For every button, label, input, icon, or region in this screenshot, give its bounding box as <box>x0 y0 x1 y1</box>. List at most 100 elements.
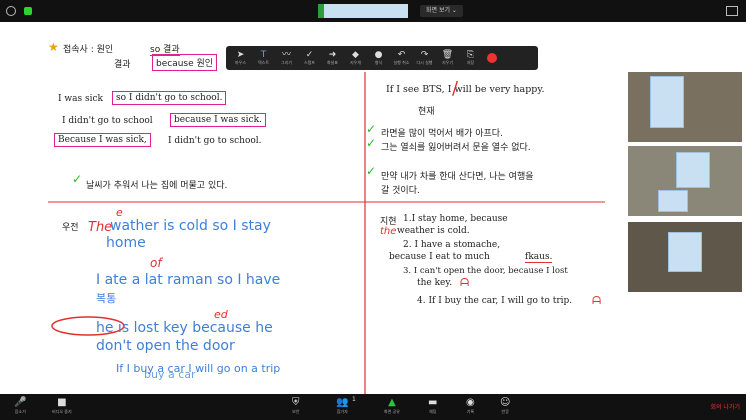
video-tile-1[interactable] <box>628 72 742 142</box>
star-icon: ★ <box>48 40 59 54</box>
annotation-the-top: The <box>88 220 113 235</box>
korean-sentence-3b: 갈 것이다. <box>381 186 420 196</box>
video-button[interactable]: ■ 비디오 중지 <box>52 397 72 415</box>
because-cause-label: because 원인 <box>152 54 218 71</box>
blue-overlay: buy a car <box>144 368 196 381</box>
blue-line-3: I ate a lat raman so I have <box>96 272 281 288</box>
share-screen-icon: ▲ <box>388 397 396 408</box>
stamp-icon: ✓ <box>305 50 314 60</box>
tool-stamp[interactable]: ✓ 스탬프 <box>299 47 320 69</box>
conjunction-cause-label: 접속사 : 원인 <box>63 45 114 55</box>
share-screen-button[interactable]: ▲ 화면 공유 <box>384 397 400 415</box>
sentence-1b: so I didn't go to school. <box>112 91 227 105</box>
shared-screen-whiteboard: ★ 접속사 : 원인 결과 so 결과 because 원인 ➤ 마우스 T 텍스트… <box>0 22 746 394</box>
sentence-3b: I didn't go to school. <box>168 136 262 146</box>
check-icon-2: ✓ <box>366 136 377 150</box>
tool-format[interactable]: ● 형식 <box>368 47 389 69</box>
encryption-shield-icon[interactable] <box>24 7 32 15</box>
participants-icon: 👥 <box>336 397 349 408</box>
leave-meeting-button[interactable]: 회의 나가기 <box>710 402 740 411</box>
save-icon: ⎘ <box>466 50 475 60</box>
chat-icon: ▬ <box>428 397 438 408</box>
video-tile-2[interactable] <box>628 146 742 216</box>
sentence-3a: Because I was sick, <box>54 133 151 147</box>
sentence-2b: because I was sick. <box>170 113 266 127</box>
participants-button[interactable]: 👥 참가자 <box>336 397 348 415</box>
tool-save[interactable]: ⎘ 저장 <box>460 47 481 69</box>
tool-mouse[interactable]: ➤ 마우스 <box>230 47 251 69</box>
view-options-button[interactable]: 화면 보기 ⌄ <box>420 5 463 17</box>
annotation-the-right: the <box>380 226 397 237</box>
answer-2: 2. I have a stomache, <box>403 240 501 250</box>
blue-line-4: 복통 <box>96 292 117 305</box>
answer-4: 4. If I buy the car, I will go to trip. <box>417 296 573 306</box>
eraser-icon: ◆ <box>352 50 359 60</box>
check-icon-3: ✓ <box>366 164 377 178</box>
check-mark-3: ᗩ <box>460 276 470 289</box>
mute-icon: 🎤 <box>14 397 27 408</box>
korean-sentence-3a: 만약 내가 차를 한대 산다면, 나는 여행을 <box>381 172 534 182</box>
draw-icon: 〰 <box>281 50 291 60</box>
sentence-1a: I was sick <box>58 94 103 104</box>
korean-sentence-2: 그는 열쇠를 잃어버려서 문을 열수 없다. <box>381 143 531 153</box>
participant-videos <box>628 72 742 294</box>
security-button[interactable]: ⛨ 보안 <box>292 397 300 415</box>
meeting-info-icon[interactable] <box>6 6 16 16</box>
answer-2c: fkaus. <box>525 252 553 263</box>
korean-sentence-1: 라면을 많이 먹어서 배가 아프다. <box>381 129 503 139</box>
answer-1b: weather is cold. <box>397 226 470 236</box>
blue-line-6: don't open the door <box>96 338 235 354</box>
answer-3b: the key. <box>417 278 453 288</box>
annotation-of: of <box>150 256 162 270</box>
blue-line-5: he is lost key because he <box>96 320 273 336</box>
answer-3: 3. I can't open the door, because I lost <box>403 266 568 276</box>
answer-1: 1.I stay home, because <box>403 214 508 224</box>
tool-draw[interactable]: 〰 그리기 <box>276 47 297 69</box>
redacted-face-3 <box>668 232 702 272</box>
reactions-button[interactable]: ☺ 반응 <box>500 397 510 415</box>
undo-icon: ↶ <box>397 50 406 60</box>
meeting-controls-bar: 🎤 음소거 ■ 비디오 중지 ⛨ 보안 👥 참가자 1 ▲ 화면 공유 ▬ 채팅 ◉ 기록 ☺… <box>0 394 746 420</box>
gallery-view-icon[interactable] <box>726 6 738 16</box>
tool-clear[interactable]: 🗑 지우기 <box>437 47 458 69</box>
check-mark-4: ᗩ <box>592 294 602 307</box>
format-icon: ● <box>374 50 383 60</box>
reactions-icon: ☺ <box>500 397 511 408</box>
redo-icon: ↷ <box>420 50 429 60</box>
security-icon: ⛨ <box>292 397 300 408</box>
check-icon: ✓ <box>72 172 83 186</box>
participants-count: 1 <box>352 396 356 403</box>
chat-button[interactable]: ▬ 채팅 <box>428 397 437 415</box>
annotation-bts-slash: / <box>452 78 459 99</box>
redacted-face-2 <box>676 152 710 188</box>
mute-button[interactable]: 🎤 음소거 <box>14 397 26 415</box>
tool-redo[interactable]: ↷ 다시 실행 <box>414 47 435 69</box>
sentence-2a: I didn't go to school <box>62 116 153 126</box>
video-icon: ■ <box>57 397 67 408</box>
spotlight-icon: ➜ <box>328 50 337 60</box>
check-icon-1: ✓ <box>366 122 377 136</box>
mouse-icon: ➤ <box>236 50 245 60</box>
meeting-top-bar: 화면 보기 ⌄ <box>0 0 746 22</box>
weather-korean-sentence: 날씨가 추워서 나는 집에 머물고 있다. <box>86 181 228 191</box>
result-label: 결과 <box>114 60 131 70</box>
answer-2b: because I eat to much <box>389 252 490 262</box>
tool-text[interactable]: T 텍스트 <box>253 47 274 69</box>
blue-line-2: home <box>106 235 146 251</box>
clear-icon: 🗑 <box>441 50 454 60</box>
text-icon: T <box>260 50 267 60</box>
redacted-face-2b <box>658 190 688 212</box>
if-bts-sentence: If I see BTS, I will be very happy. <box>386 84 545 95</box>
video-tile-3[interactable] <box>628 222 742 292</box>
blue-line-7: If I buy a car I will go on a trip <box>116 362 281 375</box>
redacted-face-1 <box>650 76 684 128</box>
tool-arrow[interactable]: ➜ 화살표 <box>322 47 343 69</box>
blue-line-1: wather is cold so I stay <box>110 218 271 234</box>
student-name-label: 우전 <box>62 223 79 233</box>
record-button[interactable]: ◉ 기록 <box>466 397 475 415</box>
close-annotation-icon[interactable] <box>487 53 497 63</box>
present-label: 현재 <box>418 107 435 117</box>
record-icon: ◉ <box>466 397 475 408</box>
tool-eraser[interactable]: ◆ 지우개 <box>345 47 366 69</box>
tool-undo[interactable]: ↶ 실행 취소 <box>391 47 412 69</box>
